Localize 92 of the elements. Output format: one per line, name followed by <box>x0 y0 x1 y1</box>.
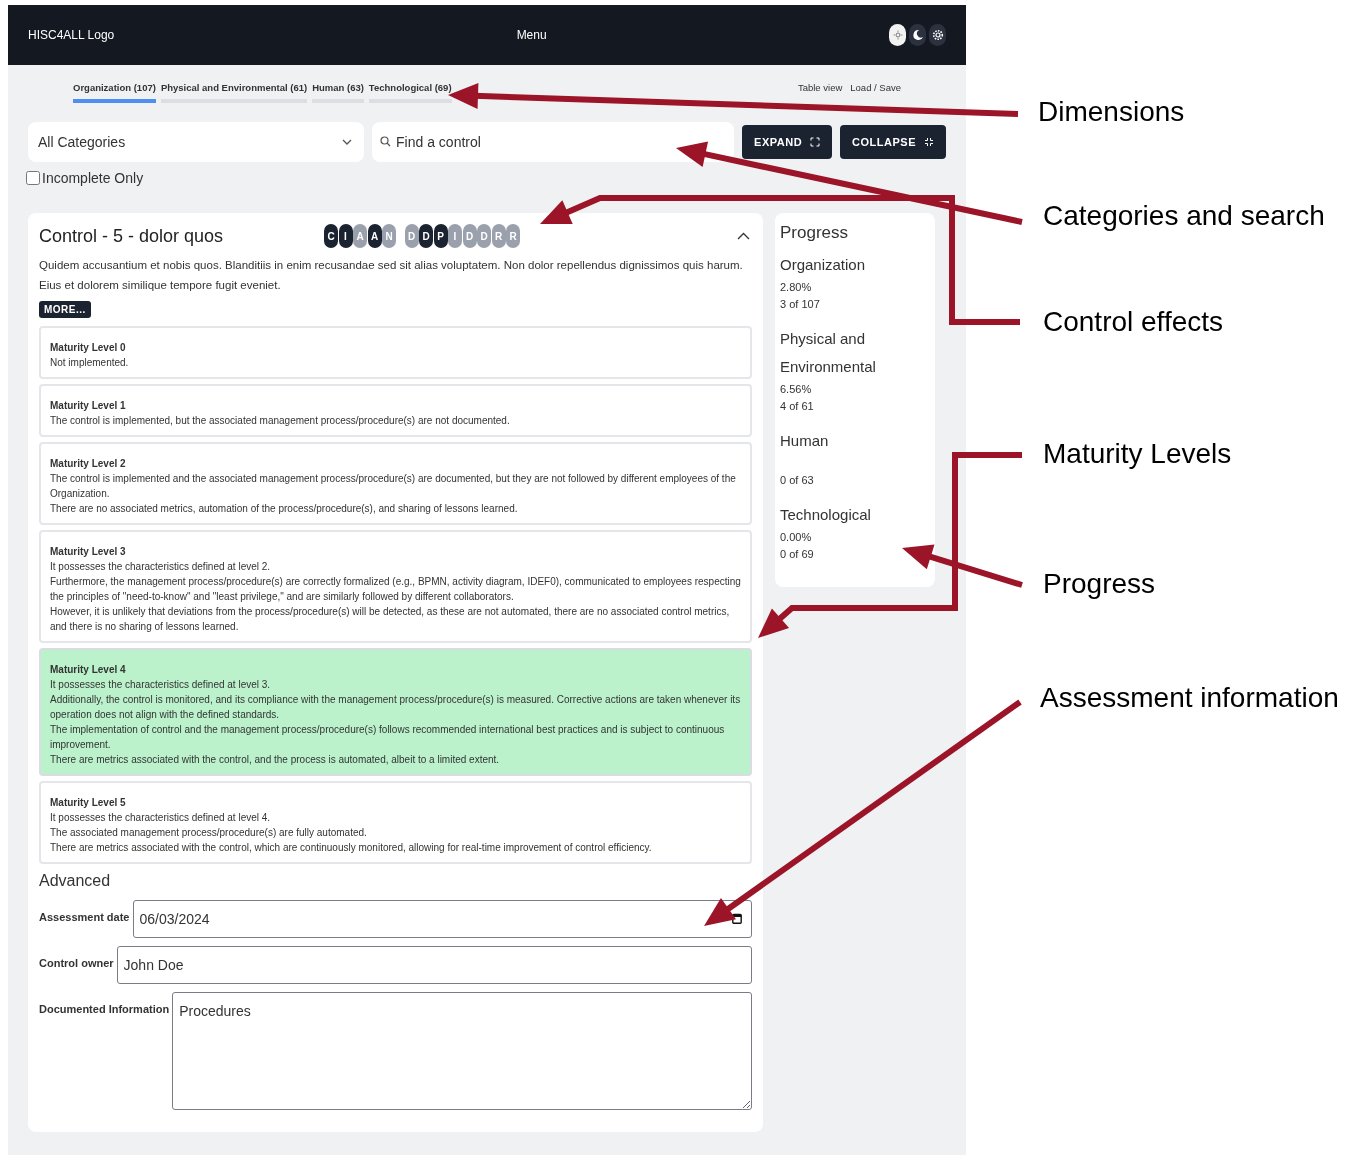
effect-badge: P <box>433 224 448 248</box>
light-theme-button[interactable] <box>889 24 906 46</box>
field-label: Documented Information <box>39 1002 170 1015</box>
settings-icon <box>931 29 944 41</box>
dimension-tab[interactable]: Organization (107) <box>73 82 156 103</box>
level-description: Not implemented. <box>50 356 130 370</box>
progress-title: Progress <box>780 223 850 243</box>
annotation-label: Progress <box>1043 568 1156 600</box>
checkbox-label: Incomplete Only <box>42 170 144 186</box>
level-description: The associated management process/procedure(s) are fully automated. <box>50 826 368 840</box>
collapse-button[interactable]: COLLAPSE <box>840 125 946 159</box>
level-title: Maturity Level 3 <box>50 545 127 559</box>
level-description: It possesses the characteristics defined at level 3. <box>50 678 272 692</box>
level-title: Maturity Level 0 <box>50 341 127 355</box>
maturity-level-option[interactable] <box>39 530 752 643</box>
progress-count: 0 of 63 <box>780 473 815 488</box>
maturity-level-option[interactable]: Maturity Level 0 Not implemented. <box>39 326 752 379</box>
level-title: Maturity Level 4 <box>50 663 127 677</box>
level-description: The implementation of control and the management process/procedure(s) follows recommended international best practices and is subject to continuous improvement. <box>50 723 726 752</box>
control-title: Control - 5 - dolor quos <box>39 225 225 247</box>
chevron-down-icon <box>342 139 353 145</box>
effect-badge: D <box>404 224 419 248</box>
dimension-name: Organization <box>780 255 867 275</box>
level-description: There are metrics associated with the control, which are continuously monitored, allowing for real-time improvement of control efficiency. <box>50 841 653 855</box>
view-link[interactable]: Table view <box>797 82 843 93</box>
effect-badge: D <box>462 224 477 248</box>
level-title: Maturity Level 2 <box>50 457 127 471</box>
level-description: Additionally, the control is monitored, and its compliance with the management process/procedure(s) is measured. Corrective actions are taken whenever its operation does not align with the defined standards. <box>50 693 741 722</box>
effect-badge: A <box>353 224 367 248</box>
expand-button[interactable]: EXPAND <box>742 125 833 159</box>
level-description: The control is implemented, but the associated management process/procedure(s) are not documented. <box>50 414 511 428</box>
owner-input-field[interactable]: John Doe <box>116 946 752 984</box>
effect-badge: A <box>367 224 382 248</box>
level-description: It possesses the characteristics defined at level 4. <box>50 811 272 825</box>
effect-badge: R <box>491 224 506 248</box>
field-label: Assessment date <box>39 910 130 923</box>
field-label: Control owner <box>39 956 114 969</box>
progress-count: 3 of 107 <box>780 297 821 312</box>
collapse-icon <box>924 137 934 147</box>
effect-badge: I <box>448 224 462 248</box>
maturity-level-option[interactable] <box>39 648 752 776</box>
level-title: Maturity Level 5 <box>50 796 127 810</box>
documented-info-field[interactable]: Procedures <box>172 992 752 1110</box>
settings-button[interactable] <box>929 24 946 46</box>
moon-icon <box>911 29 924 41</box>
level-title: Maturity Level 1 <box>50 399 127 413</box>
effect-badge: R <box>506 224 520 248</box>
dark-theme-button[interactable] <box>909 24 926 46</box>
effect-badge: C <box>324 224 338 248</box>
annotation-label: Maturity Levels <box>1043 438 1232 470</box>
dimension-name: Technological <box>780 505 872 525</box>
effect-badge: I <box>338 224 353 248</box>
sun-icon <box>892 30 903 40</box>
progress-count: 4 of 61 <box>780 399 815 414</box>
level-description: The control is implemented and the associated management process/procedure(s) are documented, but they are not followed by different employees of the Organization. <box>50 472 737 501</box>
view-link[interactable]: Load / Save <box>850 82 901 93</box>
dimension-tab[interactable]: Technological (69) <box>368 82 452 103</box>
dimension-tab[interactable]: Human (63) <box>312 82 364 103</box>
progress-count: 0 of 69 <box>780 547 815 562</box>
maturity-level-option[interactable] <box>39 442 752 525</box>
level-description: There are metrics associated with the control, and the process is automated, albeit to a limited extent. <box>50 753 501 767</box>
annotation-label: Dimensions <box>1038 96 1185 128</box>
search-field[interactable]: Find a control <box>372 122 735 162</box>
progress-percent: 2.80% <box>780 280 813 295</box>
menu-link[interactable]: Menu <box>516 28 547 42</box>
dimension-name: Physical and Environmental <box>780 329 877 377</box>
search-icon <box>380 136 392 147</box>
advanced-heading: Advanced <box>39 872 112 890</box>
effect-badge: D <box>419 224 433 248</box>
level-description: There are no associated metrics, automation of the process/procedure(s), and sharing of lessons learned. <box>50 502 519 516</box>
progress-percent: 6.56% <box>780 382 813 397</box>
level-description: It possesses the characteristics defined at level 2. <box>50 560 272 574</box>
progress-percent: 0.00% <box>780 530 813 545</box>
incomplete-checkbox[interactable] <box>26 171 40 185</box>
annotation-label: Assessment information <box>1040 682 1339 714</box>
more-button[interactable]: MORE... <box>39 301 91 318</box>
maturity-level-option[interactable] <box>39 781 752 864</box>
level-description: However, it is unlikely that deviations from the process/procedure(s) will be detected, as these are not automated, there are no associated control metrics, and there is no sharing of lessons learned. <box>50 605 731 634</box>
effect-badge: N <box>382 224 396 248</box>
dimension-name: Human <box>780 431 830 451</box>
annotation-label: Categories and search <box>1043 200 1325 232</box>
maturity-level-option[interactable]: Maturity Level 1 The control is implemented, but the associated management process/procedure(s) are not documented. <box>39 384 752 437</box>
level-description: Furthermore, the management process/procedure(s) are correctly formalized (e.g., BPMN, activity diagram, IDEF0), communicated to employees respecting the principles of "need-to-know" and "least privilege," and are similarly followed by different collaborators. <box>50 575 741 604</box>
category-select[interactable]: All Categories <box>28 122 365 162</box>
date-field[interactable]: 06/03/2024 <box>132 900 752 938</box>
expand-icon <box>810 137 821 147</box>
effect-badge: D <box>477 224 491 248</box>
dimension-tab[interactable]: Physical and Environmental (61) <box>160 82 308 103</box>
logo-text[interactable]: HISC4ALL Logo <box>28 28 115 42</box>
control-description: Quidem accusantium et nobis quos. Blanditiis in enim recusandae sed sit alias voluptatem. Non dolor repellendus dignissimos quis harum. Eius et dolorem similique tempore fugit eveniet. <box>39 258 744 293</box>
chevron-up-icon[interactable] <box>737 232 750 240</box>
annotation-label: Control effects <box>1043 306 1224 338</box>
